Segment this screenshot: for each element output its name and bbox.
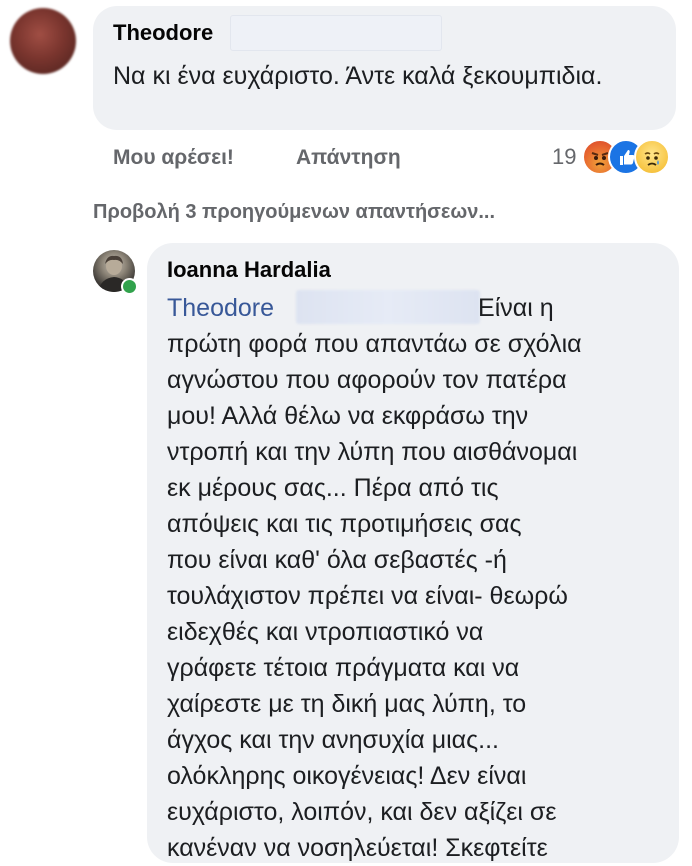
online-status-indicator — [121, 278, 138, 295]
reply-line: ειδεχθές και ντροπιαστικό να — [167, 618, 484, 646]
view-previous-replies-link[interactable]: Προβολή 3 προηγούμενων απαντήσεων... — [93, 201, 495, 224]
reply-line: ολόκληρης οικογένειας! Δεν είναι — [167, 762, 527, 790]
reply-line: ντροπή και την λύπη που αισθάνομαι — [167, 438, 578, 466]
reaction-count[interactable]: 19 — [552, 144, 576, 170]
reaction-summary[interactable] — [582, 139, 672, 175]
redacted-surname — [230, 15, 442, 51]
reply-line: άγχος και την ανησυχία μιας... — [167, 726, 500, 754]
reply-line: πρώτη φορά που απαντάω σε σχόλια — [167, 330, 582, 358]
reply-line: μου! Αλλά θέλω να εκφράσω την — [167, 402, 529, 430]
commenter-avatar[interactable] — [10, 8, 76, 74]
comment-text: Να κι ένα ευχάριστο. Άντε καλά ξεκουμπιδ… — [113, 62, 603, 90]
reply-line: κανέναν να νοσηλεύεται! Σκεφτείτε — [167, 834, 548, 862]
reply-line: αγνώστου που αφορούν τον πατέρα — [167, 366, 567, 394]
reply-line: απόψεις και τις προτιμήσεις σας — [167, 510, 522, 538]
comment-author-name[interactable]: Theodore — [113, 20, 213, 46]
like-button[interactable]: Μου αρέσει! — [113, 146, 234, 170]
reply-text-fragment: Είναι η — [478, 294, 554, 322]
sad-reaction-icon — [634, 139, 670, 175]
reply-line: τουλάχιστον πρέπει να είναι- θεωρώ — [167, 582, 568, 610]
reply-line: που είναι καθ' όλα σεβαστές -ή — [167, 546, 507, 574]
reply-author-name[interactable]: Ioanna Hardalia — [167, 257, 331, 283]
reply-line: εκ μέρους σας... Πέρα από τις — [167, 474, 499, 502]
reply-line: ευχάριστο, λοιπόν, και δεν αξίζει σε — [167, 798, 557, 826]
mention-link[interactable]: Theodore — [167, 294, 274, 322]
reply-line: γράφετε τέτοια πράγματα και να — [167, 654, 520, 682]
reply-line: χαίρεστε με τη δική μας λύπη, το — [167, 690, 527, 718]
reply-button[interactable]: Απάντηση — [296, 146, 401, 170]
reply-text: Theodore Είναι η πρώτη φορά που απαντάω σ… — [167, 290, 672, 866]
reply-line: Theodore Είναι η — [167, 290, 672, 326]
